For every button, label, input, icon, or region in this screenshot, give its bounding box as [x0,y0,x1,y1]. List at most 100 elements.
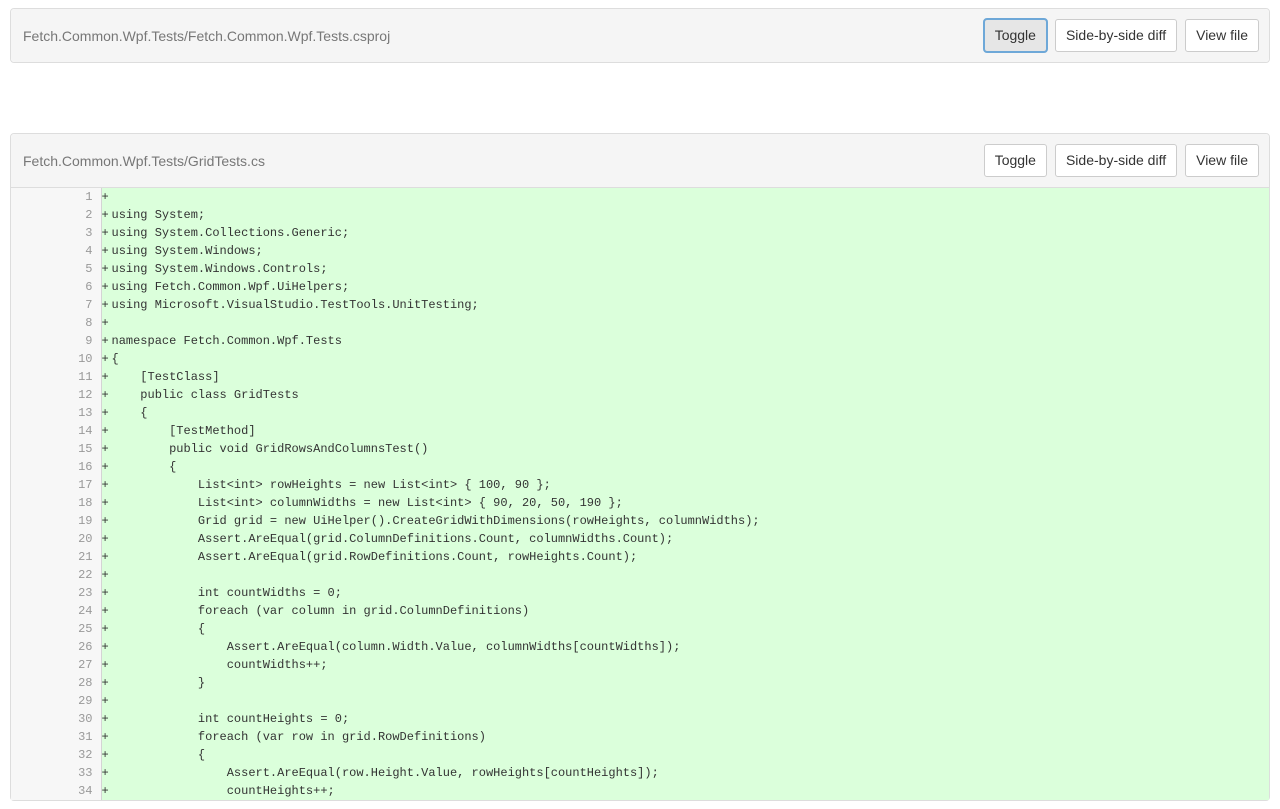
line-number-old [11,404,56,422]
line-number-old [11,206,56,224]
diff-marker: + [102,206,112,224]
diff-line-text: using System.Collections.Generic; [112,226,350,240]
diff-line: 20+ Assert.AreEqual(grid.ColumnDefinitio… [11,530,1269,548]
diff-line-code: +using System; [101,206,1269,224]
diff-line: 27+ countWidths++; [11,656,1269,674]
diff-line-code: + { [101,746,1269,764]
line-number-old [11,584,56,602]
diff-marker: + [102,278,112,296]
line-number-new: 26 [56,638,101,656]
line-number-old [11,530,56,548]
line-number-old [11,260,56,278]
diff-marker: + [102,260,112,278]
diff-marker: + [102,764,112,782]
line-number-old [11,314,56,332]
diff-marker: + [102,710,112,728]
diff-line-text: using Fetch.Common.Wpf.UiHelpers; [112,280,350,294]
diff-file-body: 1+2+using System;3+using System.Collecti… [11,188,1269,800]
diff-line: 21+ Assert.AreEqual(grid.RowDefinitions.… [11,548,1269,566]
diff-marker: + [102,314,112,332]
diff-marker: + [102,548,112,566]
diff-line-code: + List<int> rowHeights = new List<int> {… [101,476,1269,494]
side-by-side-diff-button[interactable]: Side-by-side diff [1055,19,1177,52]
line-number-new: 3 [56,224,101,242]
diff-line-text: int countWidths = 0; [112,586,342,600]
line-number-old [11,656,56,674]
diff-line-code: + int countWidths = 0; [101,584,1269,602]
toggle-button[interactable]: Toggle [984,19,1047,52]
file-path: Fetch.Common.Wpf.Tests/GridTests.cs [23,153,265,169]
line-number-old [11,242,56,260]
diff-line-text: countWidths++; [112,658,328,672]
diff-line: 26+ Assert.AreEqual(column.Width.Value, … [11,638,1269,656]
diff-line: 25+ { [11,620,1269,638]
diff-line: 4+using System.Windows; [11,242,1269,260]
diff-line-text: { [112,460,177,474]
diff-line-code: + public void GridRowsAndColumnsTest() [101,440,1269,458]
diff-file-header: Fetch.Common.Wpf.Tests/Fetch.Common.Wpf.… [11,9,1269,62]
diff-file-header: Fetch.Common.Wpf.Tests/GridTests.cs Toggl… [11,134,1269,188]
diff-line-code: + [101,566,1269,584]
diff-line-code: + [101,692,1269,710]
diff-line-code: +using Microsoft.VisualStudio.TestTools.… [101,296,1269,314]
diff-marker: + [102,458,112,476]
diff-line-text: Assert.AreEqual(column.Width.Value, colu… [112,640,681,654]
diff-line-code: + } [101,674,1269,692]
file-action-group: ToggleSide-by-side diffView file [984,19,1259,52]
diff-marker: + [102,746,112,764]
side-by-side-diff-button[interactable]: Side-by-side diff [1055,144,1177,177]
diff-marker: + [102,494,112,512]
line-number-old [11,332,56,350]
file-action-group: ToggleSide-by-side diffView file [984,144,1259,177]
line-number-new: 21 [56,548,101,566]
diff-line-text: [TestClass] [112,370,220,384]
diff-line-code: +using System.Collections.Generic; [101,224,1269,242]
diff-marker: + [102,530,112,548]
line-number-new: 8 [56,314,101,332]
diff-line: 12+ public class GridTests [11,386,1269,404]
line-number-new: 28 [56,674,101,692]
line-number-old [11,386,56,404]
diff-marker: + [102,674,112,692]
line-number-old [11,674,56,692]
line-number-new: 30 [56,710,101,728]
diff-line: 10+{ [11,350,1269,368]
diff-line-code: + countHeights++; [101,782,1269,800]
line-number-old [11,440,56,458]
line-number-new: 14 [56,422,101,440]
diff-line: 19+ Grid grid = new UiHelper().CreateGri… [11,512,1269,530]
diff-marker: + [102,656,112,674]
diff-line-text: { [112,406,148,420]
view-file-button[interactable]: View file [1185,144,1259,177]
diff-marker: + [102,440,112,458]
toggle-button[interactable]: Toggle [984,144,1047,177]
line-number-old [11,782,56,800]
diff-line-text: using System; [112,208,206,222]
diff-marker: + [102,242,112,260]
diff-marker: + [102,296,112,314]
line-number-new: 4 [56,242,101,260]
diff-line: 28+ } [11,674,1269,692]
diff-line-text: { [112,748,206,762]
line-number-new: 17 [56,476,101,494]
diff-line-code: + { [101,458,1269,476]
diff-line-text: Assert.AreEqual(grid.RowDefinitions.Coun… [112,550,638,564]
diff-line-code: + public class GridTests [101,386,1269,404]
line-number-old [11,368,56,386]
diff-file-panel: Fetch.Common.Wpf.Tests/Fetch.Common.Wpf.… [10,8,1270,63]
diff-line: 34+ countHeights++; [11,782,1269,800]
diff-line: 9+namespace Fetch.Common.Wpf.Tests [11,332,1269,350]
diff-line: 15+ public void GridRowsAndColumnsTest() [11,440,1269,458]
diff-line-code: + Assert.AreEqual(grid.ColumnDefinitions… [101,530,1269,548]
diff-line-code: + countWidths++; [101,656,1269,674]
line-number-new: 18 [56,494,101,512]
diff-line-text: using System.Windows.Controls; [112,262,328,276]
diff-line-text: Grid grid = new UiHelper().CreateGridWit… [112,514,760,528]
diff-line-text: { [112,352,119,366]
line-number-new: 34 [56,782,101,800]
line-number-old [11,548,56,566]
diff-line-code: + [TestMethod] [101,422,1269,440]
line-number-new: 32 [56,746,101,764]
view-file-button[interactable]: View file [1185,19,1259,52]
diff-marker: + [102,404,112,422]
